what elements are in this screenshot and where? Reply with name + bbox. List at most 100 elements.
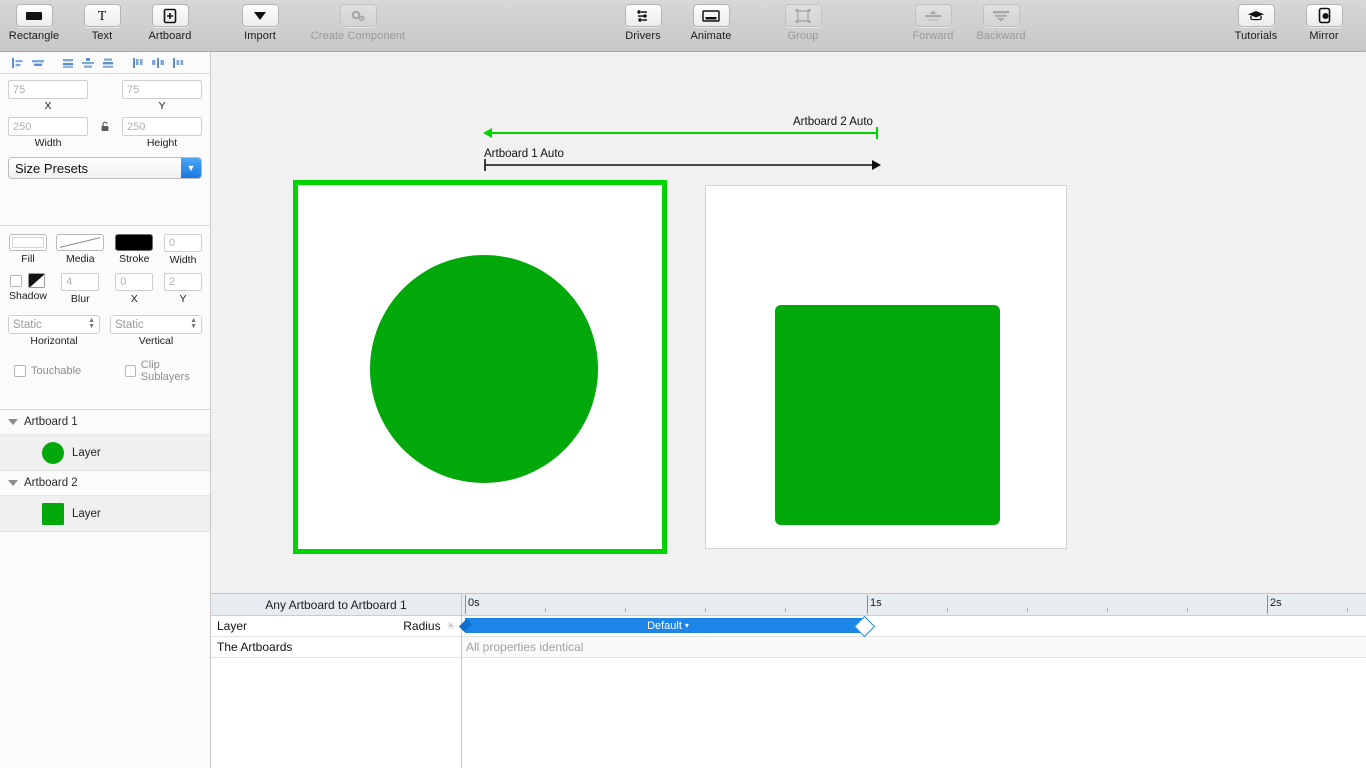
shadow-x-label: X: [130, 293, 138, 305]
toolbar-label-animate: Animate: [690, 30, 732, 42]
x-label: X: [44, 100, 52, 112]
toolbar-label-rectangle: Rectangle: [8, 30, 60, 42]
stroke-swatch[interactable]: [115, 234, 154, 251]
vertical-constraint-value: Static: [115, 318, 144, 331]
shadow-checkbox[interactable]: [10, 274, 23, 287]
layer-item-label: Layer: [72, 446, 101, 459]
layer-group-label: Artboard 1: [24, 416, 78, 428]
snowflake-icon[interactable]: ✳: [447, 621, 455, 632]
timeline-body-right[interactable]: [462, 658, 1366, 768]
layer-group-artboard-1[interactable]: Artboard 1: [0, 410, 210, 434]
layer-item-square[interactable]: Layer: [0, 495, 210, 532]
vertical-constraint-label: Vertical: [138, 335, 174, 347]
svg-text:T: T: [98, 9, 107, 23]
vertical-constraint-select[interactable]: Static ▲ ▼: [110, 315, 202, 334]
timeline-ruler[interactable]: 0s 1s 2s: [462, 594, 1366, 615]
forward-icon: [914, 4, 952, 27]
horizontal-constraint-label: Horizontal: [30, 335, 78, 347]
drivers-icon: [624, 4, 662, 27]
constraints-section: Static ▲ ▼ Horizontal Static ▲ ▼ Vertical: [0, 309, 210, 349]
touchable-option[interactable]: Touchable: [14, 359, 81, 383]
toolbar-button-tutorials[interactable]: Tutorials: [1222, 0, 1290, 42]
toolbar-button-rectangle[interactable]: Rectangle: [0, 0, 68, 42]
disclosure-triangle-icon[interactable]: [8, 419, 18, 425]
align-left-icon[interactable]: [8, 54, 28, 72]
media-slash-icon: [59, 237, 101, 248]
y-input[interactable]: [122, 80, 202, 99]
aspect-lock-button[interactable]: [98, 117, 112, 149]
toolbar-group-arrange: Group: [769, 0, 837, 42]
toolbar-button-import[interactable]: Import: [226, 0, 294, 42]
ruler-tick-1s: 1s: [870, 597, 882, 609]
toolbar-button-drivers[interactable]: Drivers: [609, 0, 677, 42]
media-group: Media: [56, 234, 105, 266]
artboard-2[interactable]: [705, 185, 1067, 549]
toolbar-button-create-component[interactable]: Create Component: [294, 0, 422, 42]
size-presets-dropdown[interactable]: Size Presets ▼: [8, 157, 202, 179]
timeline-row-property[interactable]: Radius: [403, 619, 440, 633]
chevron-down-icon: ▼: [181, 158, 201, 178]
timeline-transition-title[interactable]: Any Artboard to Artboard 1: [211, 594, 462, 615]
layer-item-circle[interactable]: Layer: [0, 434, 210, 471]
keyframe-dropdown-icon[interactable]: ▾: [685, 621, 689, 630]
stroke-width-input[interactable]: [164, 234, 202, 252]
stroke-group: Stroke: [113, 234, 156, 266]
shape-square[interactable]: [775, 305, 1000, 525]
toolbar-button-mirror[interactable]: Mirror: [1290, 0, 1358, 42]
canvas-area[interactable]: Artboard 2 Auto Artboard 1 Auto: [211, 52, 1366, 593]
shadow-color-swatch[interactable]: [28, 273, 46, 288]
backward-icon: [982, 4, 1020, 27]
x-input[interactable]: [8, 80, 88, 99]
stroke-width-label: Width: [169, 254, 197, 266]
keyframe-bar[interactable]: Default ▾: [465, 618, 865, 633]
height-input[interactable]: [122, 117, 202, 136]
clip-sublayers-option[interactable]: Clip Sublayers: [125, 359, 202, 383]
horizontal-constraint-select[interactable]: Static ▲ ▼: [8, 315, 100, 334]
timeline-row-artboards-track: All properties identical: [462, 637, 1366, 657]
toolbar-group-create: Rectangle T Text Artboard: [0, 0, 204, 42]
shadow-x-input[interactable]: [115, 273, 154, 291]
clip-sublayers-label: Clip Sublayers: [140, 359, 190, 383]
layer-group-artboard-2[interactable]: Artboard 2: [0, 471, 210, 495]
timeline-row-layer-left: Layer Radius ✳: [211, 616, 462, 636]
toolbar-label-group: Group: [787, 30, 819, 42]
align-middle-icon[interactable]: [78, 54, 98, 72]
toolbar-button-backward[interactable]: Backward: [967, 0, 1035, 42]
toolbar-label-artboard: Artboard: [148, 30, 192, 42]
toolbar-label-import: Import: [244, 30, 276, 42]
disclosure-triangle-icon[interactable]: [8, 480, 18, 486]
shadow-y-input[interactable]: [164, 273, 202, 291]
distribute-center-icon[interactable]: [148, 54, 168, 72]
layer-thumbnail-circle-icon: [42, 441, 64, 464]
width-input[interactable]: [8, 117, 88, 136]
timeline-header: Any Artboard to Artboard 1 0s 1s 2s: [211, 594, 1366, 616]
clip-sublayers-checkbox[interactable]: [125, 365, 136, 377]
keyframe-label: Default: [647, 619, 682, 632]
fill-swatch[interactable]: [8, 234, 47, 251]
toolbar-button-forward[interactable]: Forward: [899, 0, 967, 42]
distribute-left-icon[interactable]: [128, 54, 148, 72]
artboard-1[interactable]: [293, 180, 667, 554]
toolbar-button-group[interactable]: Group: [769, 0, 837, 42]
main-toolbar: Rectangle T Text Artboard Import Create …: [0, 0, 1366, 52]
timeline-row-layer[interactable]: Layer Radius ✳ Default ▾: [211, 616, 1366, 637]
align-top-icon[interactable]: [58, 54, 78, 72]
distribute-right-icon[interactable]: [168, 54, 188, 72]
touchable-checkbox[interactable]: [14, 365, 26, 377]
toolbar-button-text[interactable]: T Text: [68, 0, 136, 42]
toolbar-button-artboard[interactable]: Artboard: [136, 0, 204, 42]
toolbar-button-animate[interactable]: Animate: [677, 0, 745, 42]
media-swatch[interactable]: [56, 234, 105, 251]
lock-spacer: [98, 80, 112, 112]
toolbar-label-backward: Backward: [976, 30, 1026, 42]
layers-list: Artboard 1 Layer Artboard 2 Layer: [0, 409, 210, 532]
blur-input[interactable]: [61, 273, 100, 291]
align-center-horizontal-icon[interactable]: [28, 54, 48, 72]
timeline-row-layer-track[interactable]: Default ▾: [462, 616, 1366, 636]
import-icon: [241, 4, 279, 27]
timeline-row-artboards[interactable]: The Artboards All properties identical: [211, 637, 1366, 658]
shape-circle[interactable]: [370, 255, 598, 483]
height-field-group: Height: [122, 117, 202, 149]
align-bottom-icon[interactable]: [98, 54, 118, 72]
options-section: Touchable Clip Sublayers: [0, 349, 210, 389]
